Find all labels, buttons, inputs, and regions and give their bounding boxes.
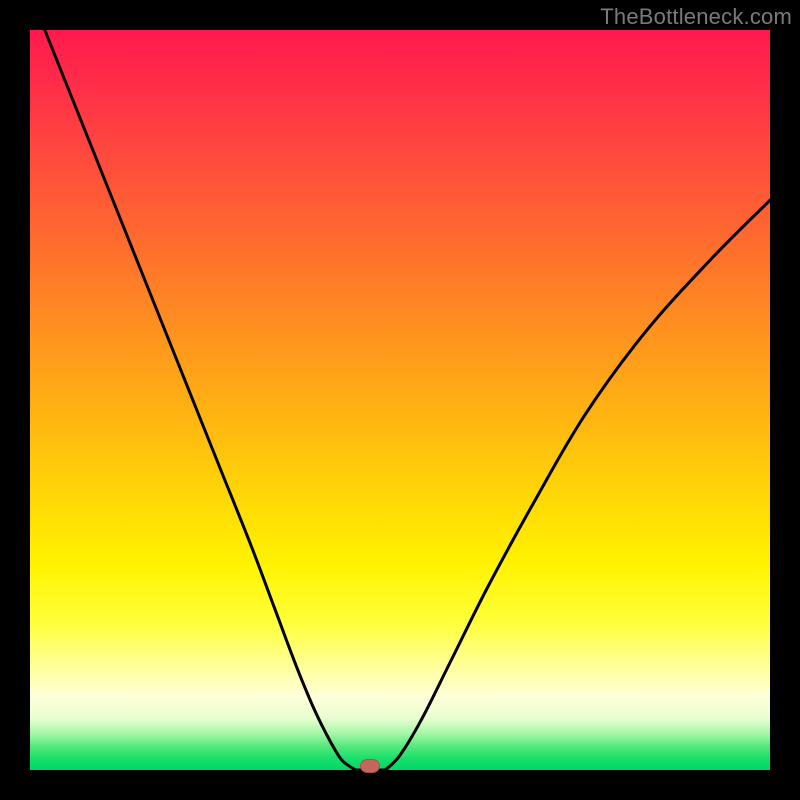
bottleneck-curve — [30, 30, 770, 770]
chart-frame: TheBottleneck.com — [0, 0, 800, 800]
curve-path — [45, 30, 770, 771]
watermark-text: TheBottleneck.com — [600, 4, 792, 30]
